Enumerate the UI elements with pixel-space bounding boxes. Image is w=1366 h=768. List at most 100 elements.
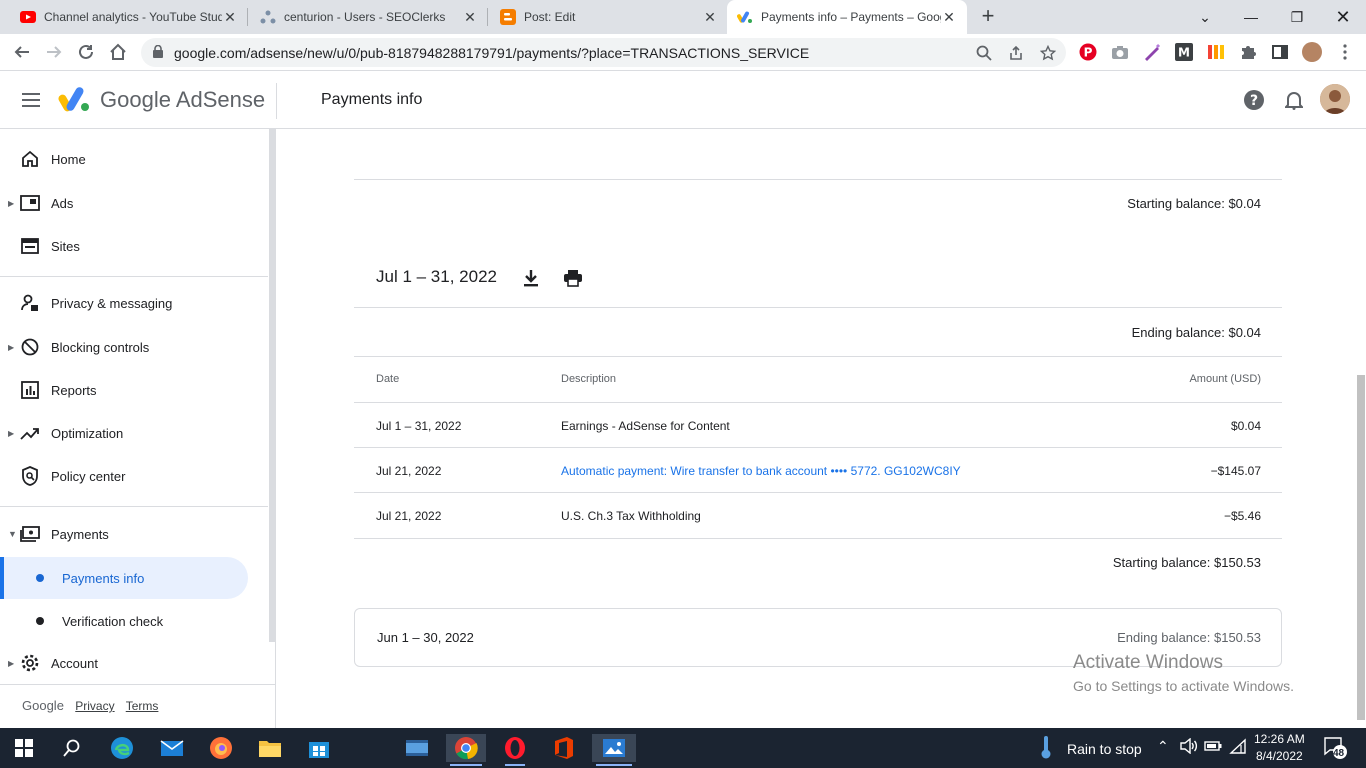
profile-avatar[interactable]: [1302, 42, 1322, 62]
minimize-button[interactable]: —: [1228, 0, 1274, 34]
pinterest-icon[interactable]: P: [1079, 43, 1097, 61]
block-icon: [20, 337, 40, 357]
ads-icon: [20, 193, 40, 213]
divider: [354, 492, 1282, 493]
expand-arrow-icon[interactable]: ▶: [8, 199, 14, 208]
download-icon[interactable]: [521, 268, 541, 288]
sidebar-subitem-payments-info[interactable]: Payments info: [0, 557, 248, 599]
sidebar-item-label: Ads: [51, 195, 74, 211]
close-icon[interactable]: ✕: [702, 9, 718, 26]
windows-start-icon[interactable]: [10, 734, 38, 762]
sidebar-item-optimization[interactable]: ▶ Optimization: [0, 413, 260, 453]
photos-icon[interactable]: [592, 734, 636, 766]
trending-icon: [20, 423, 40, 443]
svg-text:P: P: [1084, 46, 1093, 60]
file-explorer-icon[interactable]: [256, 734, 284, 762]
sidebar-scrollbar[interactable]: [269, 129, 276, 642]
forward-button[interactable]: [42, 40, 66, 64]
column-header-description[interactable]: Description: [561, 373, 616, 385]
chrome-icon[interactable]: [446, 734, 486, 766]
volume-icon[interactable]: [1180, 737, 1198, 757]
divider: [354, 402, 1282, 403]
opera-icon[interactable]: [501, 734, 529, 766]
sidebar-subitem-verification-check[interactable]: Verification check: [0, 600, 248, 642]
sidebar-item-reports[interactable]: Reports: [0, 370, 260, 410]
brand-name[interactable]: Google AdSense: [100, 87, 265, 113]
search-icon[interactable]: [58, 734, 86, 762]
firefox-icon[interactable]: [207, 734, 235, 762]
sidebar-item-blocking-controls[interactable]: ▶ Blocking controls: [0, 327, 260, 367]
sidebar-item-privacy-messaging[interactable]: Privacy & messaging: [0, 283, 260, 323]
payment-link[interactable]: Automatic payment: Wire transfer to bank…: [561, 464, 961, 478]
wifi-icon[interactable]: [1229, 738, 1247, 757]
more-menu-icon[interactable]: [1336, 43, 1354, 61]
browser-toolbar: google.com/adsense/new/u/0/pub-818794828…: [0, 34, 1366, 71]
adsense-logo-icon[interactable]: [58, 85, 92, 113]
sidebar-item-label: Blocking controls: [51, 339, 150, 355]
sites-icon: [20, 236, 40, 256]
tab-youtube-studio[interactable]: Channel analytics - YouTube Studio ✕: [10, 0, 248, 34]
camera-icon[interactable]: [1111, 43, 1129, 61]
sidebar-item-label: Account: [51, 655, 98, 671]
weather-text[interactable]: Rain to stop: [1067, 741, 1142, 757]
column-header-amount[interactable]: Amount (USD): [1189, 373, 1261, 385]
sidebar-item-label: Payments info: [62, 570, 145, 586]
pen-extension-icon[interactable]: [1143, 43, 1161, 61]
sidebar-footer-divider: [0, 684, 276, 685]
close-icon[interactable]: ✕: [222, 9, 238, 26]
share-icon[interactable]: [1007, 44, 1025, 62]
sidebar-item-sites[interactable]: Sites: [0, 226, 260, 266]
new-tab-button[interactable]: +: [976, 5, 1000, 27]
privacy-link[interactable]: Privacy: [75, 699, 114, 713]
tab-search-icon[interactable]: ⌄: [1182, 0, 1228, 34]
address-bar[interactable]: google.com/adsense/new/u/0/pub-818794828…: [141, 38, 1066, 67]
reload-button[interactable]: [74, 40, 98, 64]
side-panel-icon[interactable]: [1271, 43, 1289, 61]
sidebar-item-policy-center[interactable]: Policy center: [0, 456, 260, 496]
movie-maker-icon[interactable]: [403, 734, 431, 762]
close-icon[interactable]: ✕: [462, 9, 478, 26]
column-header-date[interactable]: Date: [376, 373, 399, 385]
help-icon[interactable]: ?: [1242, 88, 1266, 112]
store-icon[interactable]: [305, 734, 333, 762]
expand-arrow-icon[interactable]: ▶: [8, 659, 14, 668]
notifications-bell-icon[interactable]: [1282, 88, 1306, 112]
restore-button[interactable]: ❐: [1274, 0, 1320, 34]
tab-seoclerks[interactable]: centurion - Users - SEOClerks ✕: [250, 0, 488, 34]
tab-blogger[interactable]: Post: Edit ✕: [490, 0, 728, 34]
extensions-puzzle-icon[interactable]: [1239, 43, 1257, 61]
collapse-arrow-icon[interactable]: ▼: [8, 529, 17, 539]
expand-arrow-icon[interactable]: ▶: [8, 429, 14, 438]
mail-icon[interactable]: [158, 734, 186, 762]
seoclerks-icon: [260, 9, 276, 25]
back-button[interactable]: [10, 40, 34, 64]
battery-icon[interactable]: [1204, 738, 1222, 757]
row-date: Jul 1 – 31, 2022: [376, 419, 462, 433]
policy-icon: [20, 466, 40, 486]
medium-icon[interactable]: M: [1175, 43, 1193, 61]
sidebar-item-home[interactable]: Home: [0, 139, 260, 179]
edge-icon[interactable]: [108, 734, 136, 762]
bookmark-star-icon[interactable]: [1039, 44, 1057, 62]
tab-adsense-payments[interactable]: Payments info – Payments – Google AdSens…: [727, 0, 967, 34]
system-clock[interactable]: 12:26 AM 8/4/2022: [1254, 731, 1305, 765]
menu-icon[interactable]: [20, 89, 42, 111]
metrics-extension-icon[interactable]: [1207, 43, 1225, 61]
print-icon[interactable]: [563, 268, 583, 288]
main-scrollbar[interactable]: [1357, 375, 1365, 720]
bullet-icon: [36, 617, 44, 625]
sidebar-item-payments[interactable]: ▼ Payments: [0, 514, 260, 554]
period-heading: Jul 1 – 31, 2022: [376, 267, 497, 286]
terms-link[interactable]: Terms: [126, 699, 159, 713]
account-avatar[interactable]: [1320, 84, 1350, 114]
close-icon[interactable]: ✕: [941, 9, 957, 26]
weather-icon[interactable]: [1036, 734, 1056, 762]
sidebar-item-ads[interactable]: ▶ Ads: [0, 183, 260, 223]
zoom-icon[interactable]: [975, 44, 993, 62]
chevron-up-icon[interactable]: ⌃: [1157, 738, 1169, 755]
close-window-button[interactable]: ✕: [1320, 0, 1366, 34]
expand-arrow-icon[interactable]: ▶: [8, 343, 14, 352]
home-button[interactable]: [106, 40, 130, 64]
office-icon[interactable]: [550, 734, 578, 762]
sidebar-item-account[interactable]: ▶ Account: [0, 643, 260, 683]
